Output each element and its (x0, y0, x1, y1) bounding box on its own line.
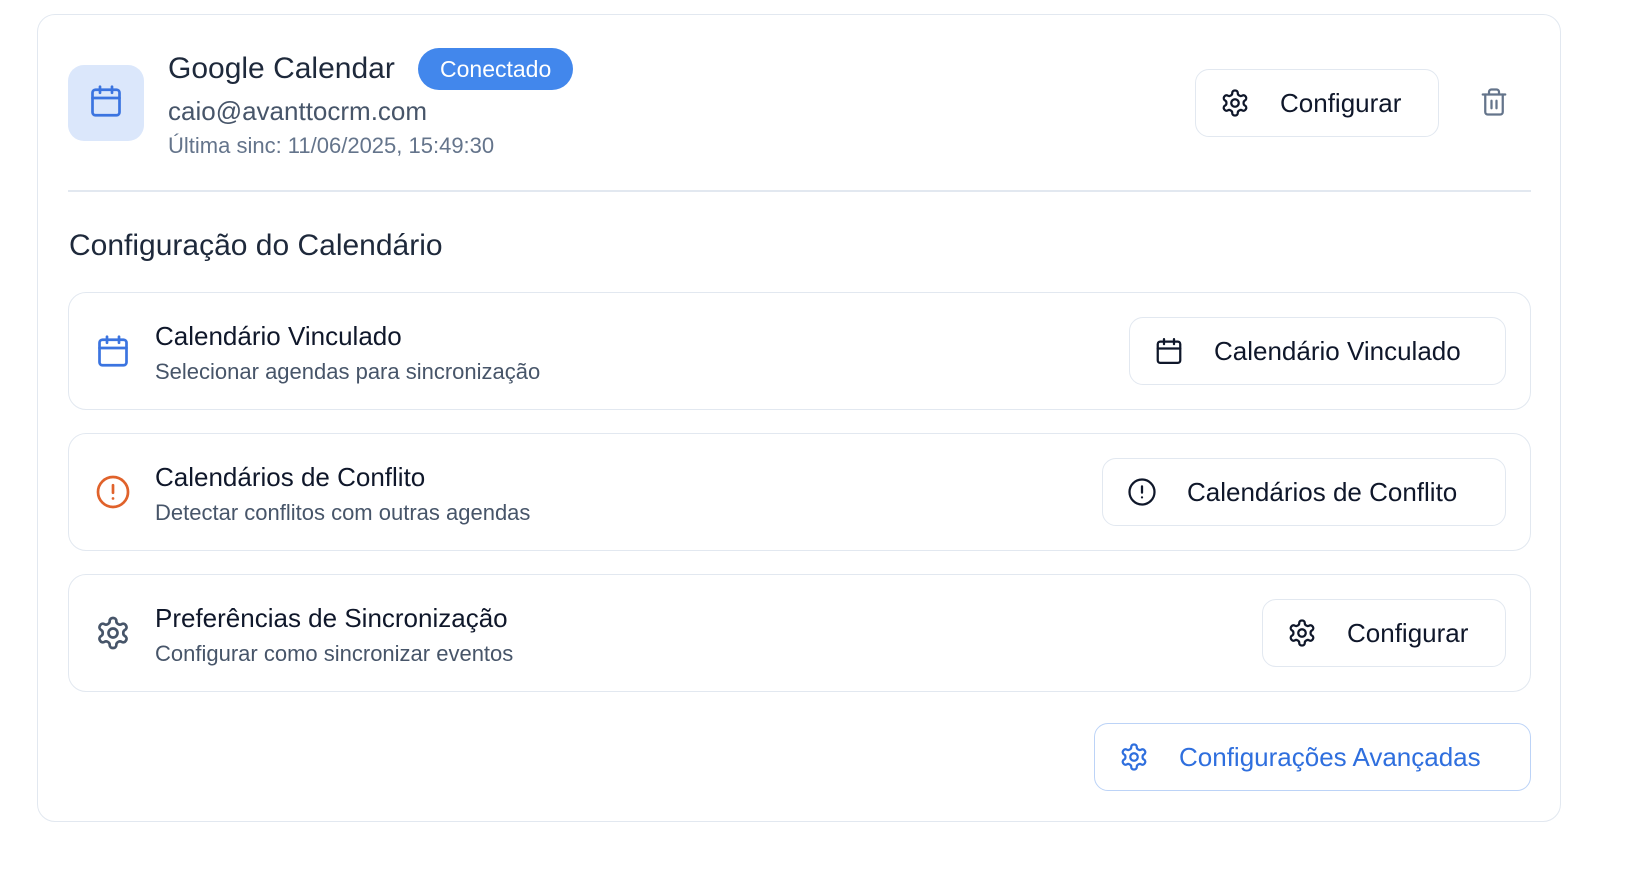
calendar-icon (95, 333, 131, 369)
section-title: Configuração do Calendário (69, 229, 443, 262)
conflict-calendars-button[interactable]: Calendários de Conflito (1102, 458, 1506, 526)
gear-icon (1119, 742, 1149, 772)
row-subtitle: Selecionar agendas para sincronização (155, 359, 541, 384)
advanced-settings-button[interactable]: Configurações Avançadas (1094, 723, 1531, 791)
account-email: caio@avanttocrm.com (168, 96, 428, 126)
sync-preferences-configure-button[interactable]: Configurar (1262, 599, 1506, 667)
advanced-settings-label: Configurações Avançadas (1179, 741, 1481, 772)
row-subtitle: Detectar conflitos com outras agendas (155, 500, 531, 525)
gear-icon (95, 615, 131, 651)
sync-preferences-button-label: Configurar (1347, 617, 1469, 648)
calendar-icon (88, 83, 124, 124)
configure-button[interactable]: Configurar (1195, 69, 1439, 137)
alert-circle-icon (1127, 477, 1157, 507)
gear-icon (1220, 88, 1250, 118)
last-sync-text: Última sinc: 11/06/2025, 15:49:30 (168, 133, 495, 158)
conflict-calendars-button-label: Calendários de Conflito (1187, 476, 1458, 507)
calendar-icon (1154, 336, 1184, 366)
header-divider (68, 190, 1531, 192)
delete-integration-button[interactable] (1474, 84, 1514, 124)
configure-button-label: Configurar (1280, 87, 1402, 118)
integration-logo (68, 65, 144, 141)
row-subtitle: Configurar como sincronizar eventos (155, 641, 514, 666)
row-title: Calendários de Conflito (155, 462, 426, 492)
linked-calendar-button[interactable]: Calendário Vinculado (1129, 317, 1506, 385)
linked-calendar-button-label: Calendário Vinculado (1214, 335, 1461, 366)
integration-name: Google Calendar (168, 52, 395, 85)
row-title: Calendário Vinculado (155, 321, 402, 351)
gear-icon (1287, 618, 1317, 648)
trash-icon (1479, 87, 1509, 122)
alert-circle-icon (95, 474, 131, 510)
row-title: Preferências de Sincronização (155, 603, 508, 633)
status-badge: Conectado (418, 48, 574, 90)
